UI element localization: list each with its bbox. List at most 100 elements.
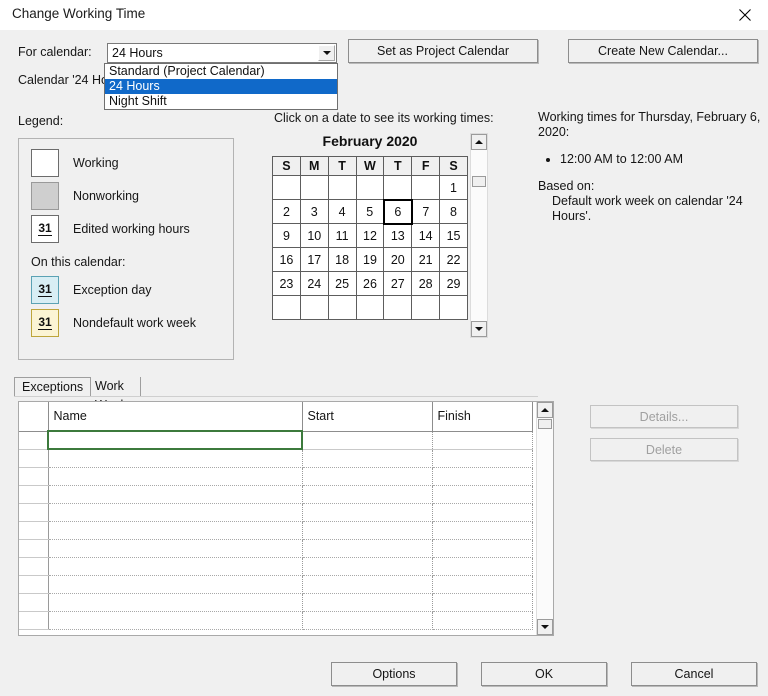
day-cell[interactable]: 25 — [327, 271, 357, 296]
day-cell[interactable]: 18 — [327, 247, 357, 272]
delete-button[interactable]: Delete — [590, 438, 738, 461]
day-cell[interactable] — [327, 175, 357, 200]
cell-finish[interactable] — [432, 557, 533, 576]
close-icon[interactable] — [722, 0, 768, 30]
day-cell[interactable]: 3 — [299, 199, 329, 224]
cell-start[interactable] — [302, 575, 433, 594]
cell-start[interactable] — [302, 485, 433, 504]
ok-button[interactable]: OK — [481, 662, 607, 686]
cell-name[interactable] — [48, 557, 303, 576]
triangle-up-icon[interactable] — [537, 402, 553, 418]
column-header-name[interactable]: Name — [48, 402, 303, 432]
day-cell[interactable]: 14 — [411, 223, 441, 248]
month-scrollbar[interactable] — [470, 133, 488, 338]
day-cell[interactable] — [355, 295, 385, 320]
day-cell[interactable]: 11 — [327, 223, 357, 248]
row-selector[interactable] — [19, 521, 49, 540]
day-cell[interactable] — [299, 175, 329, 200]
row-selector[interactable] — [19, 575, 49, 594]
cell-start[interactable] — [302, 467, 433, 486]
day-cell[interactable] — [439, 295, 468, 320]
row-selector[interactable] — [19, 467, 49, 486]
row-selector[interactable] — [19, 485, 49, 504]
cell-name[interactable] — [48, 521, 303, 540]
exceptions-scrollbar-thumb[interactable] — [538, 419, 552, 429]
day-cell-selected[interactable]: 6 — [382, 198, 413, 225]
row-selector[interactable] — [19, 593, 49, 612]
day-cell[interactable] — [411, 295, 441, 320]
cell-start[interactable] — [302, 449, 433, 468]
cancel-button[interactable]: Cancel — [631, 662, 757, 686]
month-grid[interactable]: S M T W T F S 1 2 3 4 5 6 7 8 9 10 11 12… — [272, 156, 468, 320]
exceptions-grid[interactable]: Name Start Finish — [18, 401, 554, 636]
triangle-up-icon[interactable] — [471, 134, 487, 150]
day-cell[interactable]: 22 — [439, 247, 468, 272]
tab-exceptions[interactable]: Exceptions — [14, 377, 92, 396]
exceptions-scrollbar[interactable] — [536, 402, 553, 635]
day-cell[interactable] — [411, 175, 441, 200]
cell-name[interactable] — [48, 485, 303, 504]
day-cell[interactable]: 15 — [439, 223, 468, 248]
day-cell[interactable]: 21 — [411, 247, 441, 272]
cell-name[interactable] — [48, 593, 303, 612]
dropdown-option[interactable]: Standard (Project Calendar) — [105, 64, 337, 79]
day-cell[interactable]: 9 — [272, 223, 301, 248]
row-selector[interactable] — [19, 449, 49, 468]
row-selector[interactable] — [19, 557, 49, 576]
table-row[interactable] — [19, 575, 533, 594]
cell-start[interactable] — [302, 593, 433, 612]
day-cell[interactable]: 12 — [355, 223, 385, 248]
table-row[interactable] — [19, 485, 533, 504]
cell-name[interactable] — [48, 467, 303, 486]
cell-start[interactable] — [302, 539, 433, 558]
day-cell[interactable]: 24 — [299, 271, 329, 296]
cell-finish[interactable] — [432, 449, 533, 468]
cell-start[interactable] — [302, 557, 433, 576]
day-cell[interactable] — [383, 295, 413, 320]
row-selector[interactable] — [19, 611, 49, 630]
cell-start[interactable] — [302, 521, 433, 540]
table-row[interactable] — [19, 430, 533, 450]
cell-finish[interactable] — [432, 485, 533, 504]
table-row[interactable] — [19, 539, 533, 558]
details-button[interactable]: Details... — [590, 405, 738, 428]
set-as-project-calendar-button[interactable]: Set as Project Calendar — [348, 39, 538, 63]
cell-finish[interactable] — [432, 575, 533, 594]
column-header-start[interactable]: Start — [302, 402, 433, 432]
day-cell[interactable]: 10 — [299, 223, 329, 248]
day-cell[interactable] — [383, 175, 413, 200]
table-row[interactable] — [19, 557, 533, 576]
day-cell[interactable] — [327, 295, 357, 320]
day-cell[interactable] — [355, 175, 385, 200]
triangle-down-icon[interactable] — [537, 619, 553, 635]
day-cell[interactable] — [272, 175, 301, 200]
cell-finish[interactable] — [432, 467, 533, 486]
day-cell[interactable]: 17 — [299, 247, 329, 272]
table-row[interactable] — [19, 521, 533, 540]
table-row[interactable] — [19, 467, 533, 486]
month-scrollbar-thumb[interactable] — [472, 176, 486, 187]
cell-finish[interactable] — [432, 521, 533, 540]
cell-finish[interactable] — [432, 593, 533, 612]
day-cell[interactable]: 8 — [439, 199, 468, 224]
dropdown-option-selected[interactable]: 24 Hours — [105, 79, 337, 94]
day-cell[interactable]: 20 — [383, 247, 413, 272]
day-cell[interactable]: 26 — [355, 271, 385, 296]
day-cell[interactable]: 5 — [355, 199, 385, 224]
day-cell[interactable]: 2 — [272, 199, 301, 224]
dropdown-option[interactable]: Night Shift — [105, 94, 337, 109]
options-button[interactable]: Options — [331, 662, 457, 686]
day-cell[interactable]: 29 — [439, 271, 468, 296]
calendar-select-dropdown[interactable]: Standard (Project Calendar) 24 Hours Nig… — [104, 63, 338, 110]
cell-start[interactable] — [302, 611, 433, 630]
cell-finish[interactable] — [432, 503, 533, 522]
table-row[interactable] — [19, 611, 533, 630]
cell-name[interactable] — [48, 575, 303, 594]
table-row[interactable] — [19, 449, 533, 468]
cell-finish[interactable] — [432, 431, 533, 450]
cell-name[interactable] — [48, 539, 303, 558]
day-cell[interactable]: 16 — [272, 247, 301, 272]
row-selector[interactable] — [19, 539, 49, 558]
day-cell[interactable] — [272, 295, 301, 320]
day-cell[interactable]: 28 — [411, 271, 441, 296]
